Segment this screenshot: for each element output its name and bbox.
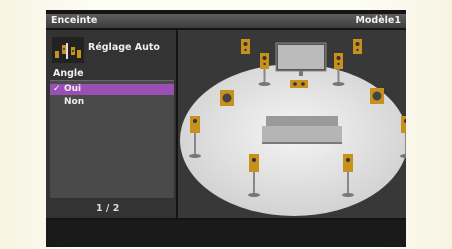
option-label: Non [64,97,85,107]
speaker-layout-diagram [180,39,406,216]
section-label: Angle [53,68,84,79]
front-presence-left-icon [241,39,250,54]
bottom-bar [46,220,406,247]
page-title: Enceinte [51,15,98,26]
center-speaker-icon [290,80,308,88]
page-indicator: 1 / 2 [96,203,120,214]
subwoofer-right-icon [370,88,384,104]
option-label: Oui [64,84,82,94]
setting-label: Réglage Auto [88,42,160,53]
speakers-setup-icon [52,37,84,63]
title-bar: Enceinte Modèle1 [46,14,406,28]
option-oui[interactable]: ✓ Oui [50,84,174,95]
subwoofer-left-icon [220,90,234,106]
check-icon: ✓ [53,84,61,94]
option-non[interactable]: Non [50,97,174,108]
tv-icon [275,42,327,76]
front-presence-right-icon [353,39,362,54]
tv-frame: Enceinte Modèle1 Réglage Auto Angle ✓ Ou… [0,0,452,249]
model-label: Modèle1 [355,15,401,26]
sofa-icon [262,116,342,144]
